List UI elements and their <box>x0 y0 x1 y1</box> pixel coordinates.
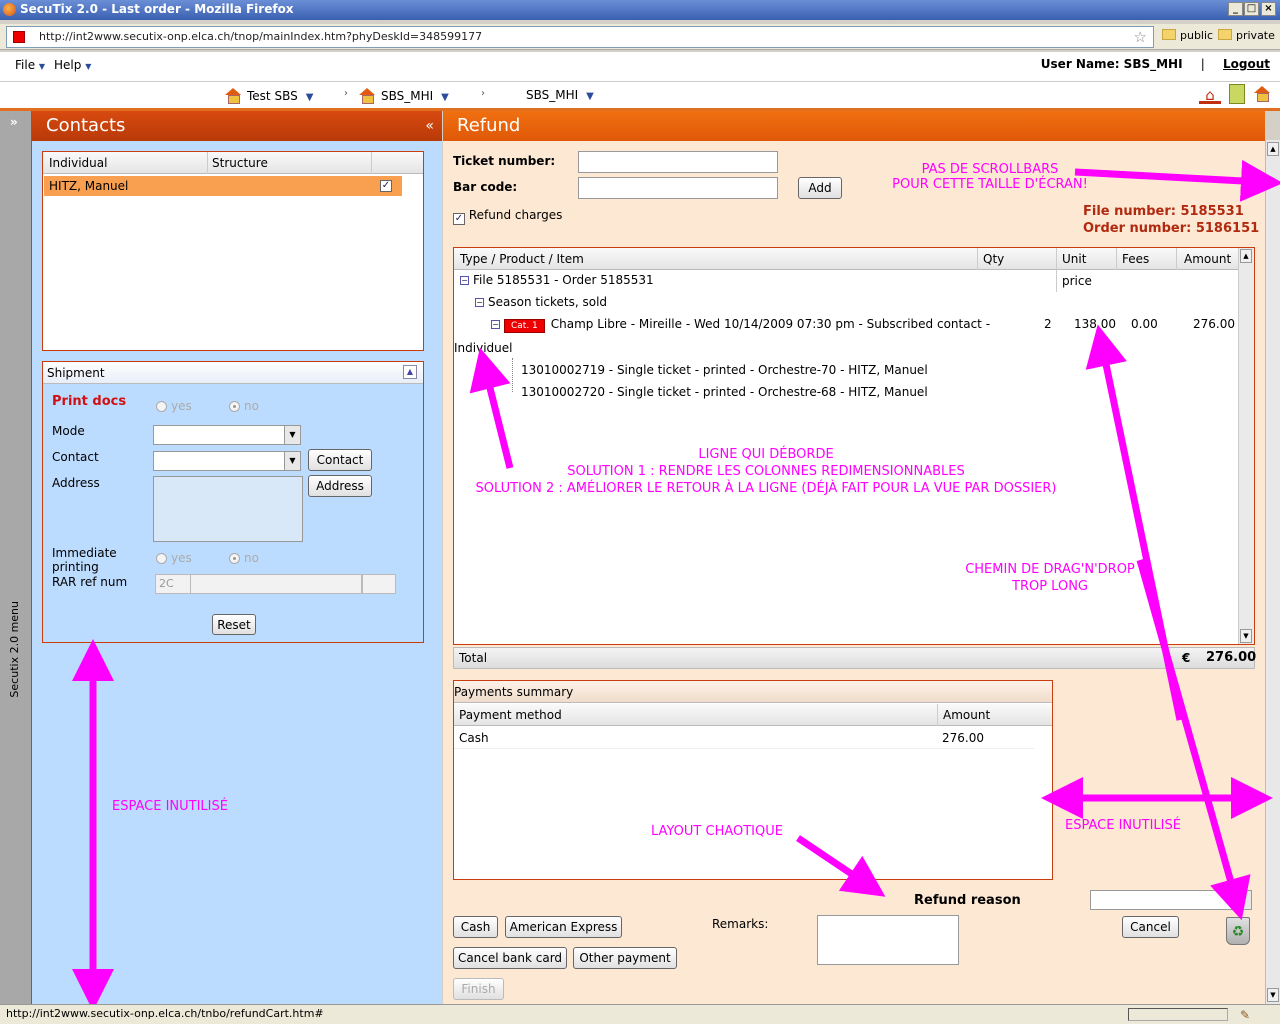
dragdrop-arrow-down <box>1136 559 1251 921</box>
annotation-dragdrop: CHEMIN DE DRAG'N'DROP TROP LONG <box>965 562 1135 594</box>
annotation-scrollbars: PAS DE SCROLLBARS POUR CETTE TAILLE D'ÉC… <box>892 162 1088 192</box>
scrollbar-arrow <box>1074 159 1280 202</box>
annotation-unused-left: ESPACE INUTILISÉ <box>112 799 228 814</box>
layout-arrow <box>796 835 886 897</box>
browser-status-bar: http://int2www.secutix-onp.elca.ch/tnbo/… <box>0 1004 1280 1024</box>
annotation-arrows <box>72 159 1280 1011</box>
status-progress <box>1128 1008 1228 1021</box>
annotation-unused-right: ESPACE INUTILISÉ <box>1065 818 1181 833</box>
annotation-layout: LAYOUT CHAOTIQUE <box>651 824 783 839</box>
status-url: http://int2www.secutix-onp.elca.ch/tnbo/… <box>6 1007 324 1020</box>
addon-icon[interactable]: ✎ <box>1240 1006 1250 1024</box>
annotation-overflow: LIGNE QUI DÉBORDE SOLUTION 1 : RENDRE LE… <box>475 447 1057 496</box>
